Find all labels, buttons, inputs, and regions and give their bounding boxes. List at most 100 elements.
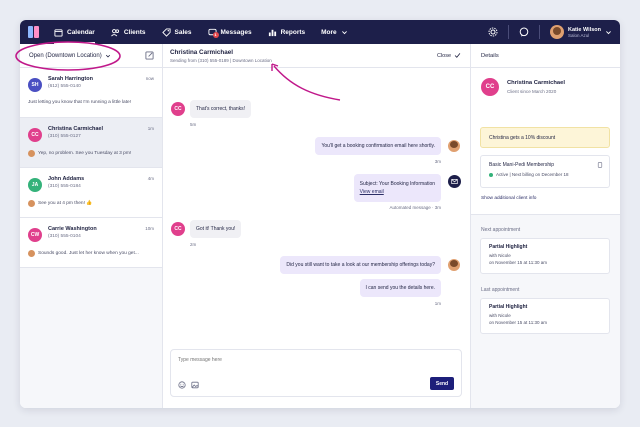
- nav-messages[interactable]: 1 Messages: [207, 20, 252, 44]
- brand-logo[interactable]: [28, 26, 40, 38]
- conversation-snippet: Just letting you know that I'm running a…: [28, 100, 131, 105]
- nav-clients-label: Clients: [123, 28, 146, 36]
- message-input[interactable]: [178, 357, 448, 363]
- user-business: Salon Azul: [568, 32, 590, 38]
- conversation-snippet: See you at 4 pm then! 👍: [28, 200, 92, 207]
- calendar-icon: [54, 28, 63, 37]
- clients-icon: [110, 28, 119, 36]
- email-subject: Subject: Your Booking Information: [359, 181, 435, 187]
- appointment-service: Partial Highlight: [489, 244, 528, 250]
- nav-divider: [508, 25, 510, 39]
- compose-icon[interactable]: [145, 51, 154, 60]
- close-label: Close: [436, 52, 451, 59]
- membership-badge-icon: [597, 162, 603, 168]
- conversation-list-panel: Open (Downtown Location) SH Sarah Harrin…: [20, 44, 163, 408]
- discount-banner: Christina gets a 10% discount: [480, 127, 610, 148]
- nav-reports-label: Reports: [280, 28, 306, 36]
- client-since: Client since March 2020: [507, 89, 557, 94]
- snippet-text: Sounds good. Just let her know when you …: [38, 251, 139, 256]
- message-time: Automated message · 3m: [389, 205, 441, 210]
- conversation-phone: (310) 555-0127: [48, 134, 81, 139]
- user-avatar: [550, 25, 565, 39]
- send-button[interactable]: Send: [430, 377, 454, 390]
- conversation-time: 10m: [145, 226, 154, 231]
- gear-icon[interactable]: [488, 27, 498, 37]
- chat-panel: Christina Carmichael Sending from (310) …: [163, 44, 471, 408]
- client-avatar: CC: [171, 222, 185, 236]
- view-email-link[interactable]: View email: [360, 188, 435, 196]
- show-client-info-link[interactable]: Show additional client info: [481, 196, 536, 201]
- incoming-message: Got it! Thank you!: [190, 220, 242, 238]
- membership-status: Active | Next billing on December 18: [489, 172, 601, 177]
- next-appointment-card[interactable]: Partial Highlight with Nicole on Novembe…: [480, 238, 610, 274]
- image-icon[interactable]: [191, 381, 199, 389]
- chevron-down-icon: [606, 30, 611, 34]
- conversation-phone: (310) 555-0184: [48, 184, 81, 189]
- automated-email-message: Subject: Your Booking Information View e…: [353, 174, 441, 202]
- client-avatar: CC: [171, 102, 185, 116]
- nav-sales[interactable]: Sales: [161, 20, 192, 44]
- nav-clients[interactable]: Clients: [110, 20, 146, 44]
- appointment-service: Partial Highlight: [489, 304, 528, 310]
- details-panel: Details CC Christina Carmichael Client s…: [471, 44, 620, 408]
- staff-avatar: [448, 140, 460, 152]
- appointment-date: on November 15 at 11:30 am: [489, 259, 547, 265]
- chat-header: Christina Carmichael Sending from (310) …: [163, 44, 470, 68]
- active-status-dot: [489, 172, 493, 177]
- conversation-phone: (310) 555-0104: [48, 234, 81, 239]
- conversation-name: Sarah Harrington: [48, 76, 93, 82]
- conversation-list-header: Open (Downtown Location): [20, 44, 162, 68]
- message-composer: Send: [170, 349, 462, 397]
- outgoing-message: I can send you the details here.: [359, 279, 441, 297]
- location-filter-dropdown[interactable]: Open (Downtown Location): [29, 53, 111, 59]
- conversation-item[interactable]: SH Sarah Harrington (612) 555-0140 now J…: [20, 68, 162, 118]
- conversation-item[interactable]: JA John Addams (310) 555-0184 4m See you…: [20, 168, 162, 218]
- conversation-name: Christina Carmichael: [48, 126, 104, 132]
- emoji-icon[interactable]: [178, 381, 186, 389]
- chevron-down-icon: [341, 30, 347, 34]
- chevron-down-icon: [105, 54, 110, 57]
- reports-icon: [268, 29, 276, 36]
- client-avatar: CW: [28, 228, 42, 242]
- details-header: Details: [471, 44, 620, 68]
- close-conversation-button[interactable]: Close: [437, 52, 461, 59]
- snippet-text: Just letting you know that I'm running a…: [28, 100, 132, 105]
- conversation-time: 1m: [147, 126, 154, 131]
- app-window: Calendar Clients Sales 1 Messages Report…: [20, 20, 620, 408]
- appointment-date: on November 15 at 11:30 am: [489, 319, 547, 325]
- message-time: 3m: [434, 159, 441, 164]
- nav-more-label: More: [321, 28, 337, 36]
- nav-calendar[interactable]: Calendar: [54, 20, 95, 44]
- membership-name: Basic Mani-Pedi Membership: [489, 162, 555, 168]
- conversation-item[interactable]: CW Carrie Washington (310) 555-0104 10m …: [20, 218, 162, 268]
- user-name: Katie Wilson: [568, 26, 601, 33]
- staff-avatar: [28, 200, 35, 207]
- staff-avatar: [28, 250, 35, 257]
- conversation-phone: (612) 555-0140: [48, 84, 81, 89]
- user-menu[interactable]: Katie Wilson Salon Azul: [550, 25, 612, 39]
- top-navigation: Calendar Clients Sales 1 Messages Report…: [20, 20, 620, 44]
- conversation-name: John Addams: [48, 176, 85, 182]
- last-appointment-card[interactable]: Partial Highlight with Nicole on Novembe…: [480, 298, 610, 334]
- nav-more[interactable]: More: [321, 20, 348, 44]
- conversation-snippet: Yep, no problem. See you Tuesday at 3 pm…: [28, 150, 131, 157]
- conversation-item-selected[interactable]: CC Christina Carmichael (310) 555-0127 1…: [20, 118, 162, 168]
- nav-sales-label: Sales: [174, 28, 192, 36]
- conversation-time: 4m: [147, 176, 154, 181]
- messages-badge: 1: [212, 32, 219, 38]
- client-avatar: SH: [28, 78, 42, 92]
- client-name[interactable]: Christina Carmichael: [507, 80, 565, 86]
- nav-reports[interactable]: Reports: [268, 20, 306, 44]
- chat-client-name[interactable]: Christina Carmichael: [170, 49, 272, 56]
- location-filter-label: Open (Downtown Location): [29, 52, 102, 59]
- chat-bubble-icon[interactable]: [519, 27, 529, 37]
- checkmark-icon: [454, 53, 461, 58]
- client-avatar: JA: [28, 178, 42, 192]
- staff-avatar: [28, 150, 35, 157]
- message-time: 2m: [190, 242, 197, 247]
- incoming-message: That's correct, thanks!: [190, 100, 252, 118]
- nav-calendar-label: Calendar: [67, 28, 95, 36]
- next-appointment-label: Next appointment: [481, 227, 521, 233]
- membership-card[interactable]: Basic Mani-Pedi Membership Active | Next…: [480, 155, 610, 188]
- conversation-snippet: Sounds good. Just let her know when you …: [28, 250, 139, 257]
